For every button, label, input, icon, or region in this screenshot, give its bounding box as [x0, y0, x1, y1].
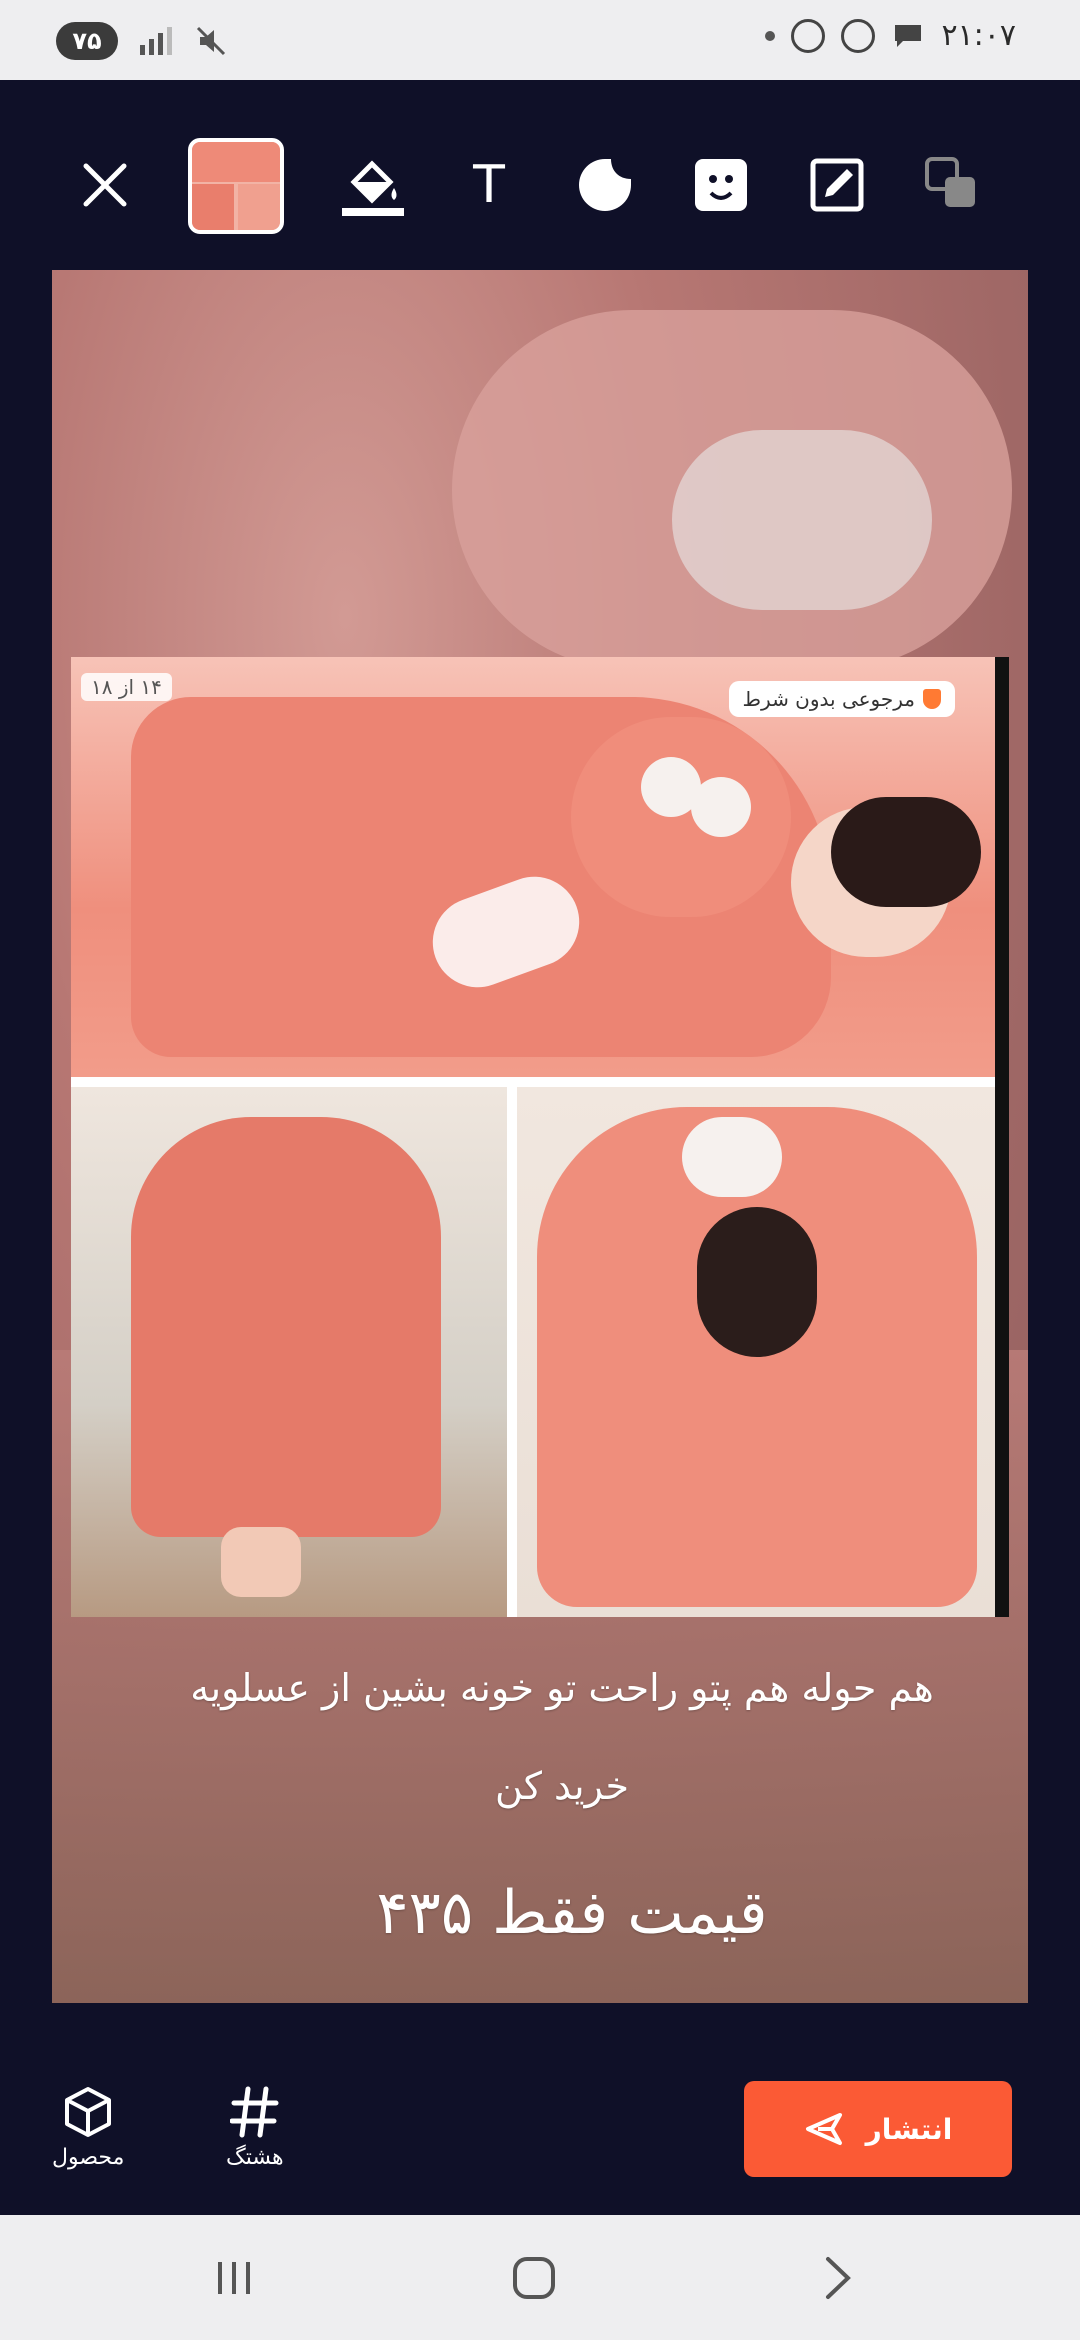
status-left: ۷۵ [56, 22, 228, 60]
text-tool-icon: T [473, 155, 505, 215]
recent-apps-button[interactable] [194, 2243, 274, 2313]
back-button[interactable] [798, 2243, 878, 2313]
photo-top-panel: ۱۴ از ۱۸ مرجوعی بدون شرط [71, 657, 995, 1077]
system-nav-bar [0, 2215, 1080, 2340]
bottom-bar: محصول هشتگ انتشار [0, 2045, 1080, 2215]
editor-toolbar: T [0, 80, 1080, 260]
home-icon [513, 2257, 555, 2299]
face-sticker-icon [695, 159, 747, 211]
text-tool-button[interactable]: T [444, 140, 534, 230]
shield-icon [923, 689, 941, 709]
battery-indicator: ۷۵ [56, 22, 118, 60]
return-badge: مرجوعی بدون شرط [728, 681, 955, 717]
close-icon [83, 163, 127, 207]
layers-icon [925, 157, 975, 207]
sticker-icon [579, 159, 631, 211]
sticker-button[interactable] [560, 140, 650, 230]
photo-bottom-right [517, 1087, 995, 1617]
publish-button[interactable]: انتشار [744, 2081, 1012, 2177]
fill-button[interactable] [328, 140, 418, 230]
price-caption[interactable]: قیمت فقط ۴۳۵ [52, 1878, 1028, 1948]
return-badge-label: مرجوعی بدون شرط [742, 687, 915, 711]
product-label: محصول [52, 2145, 125, 2170]
publish-label: انتشار [865, 2112, 953, 2146]
app-icon [791, 18, 826, 53]
caption-line-2[interactable]: خرید کن [52, 1764, 1028, 1808]
message-icon [895, 24, 922, 47]
status-bar: ۷۵ ۲۱:۰۷ [0, 0, 1080, 80]
recent-apps-icon [218, 2262, 250, 2294]
mute-icon [196, 26, 226, 56]
close-button[interactable] [60, 140, 150, 230]
hashtag-icon [229, 2086, 279, 2138]
notification-dot-icon [765, 30, 776, 41]
hashtag-button[interactable]: هشتگ [226, 2085, 284, 2170]
story-canvas[interactable]: ۱۴ از ۱۸ مرجوعی بدون شرط هم حوله هم پتو … [52, 270, 1028, 2003]
caption-line-1[interactable]: هم حوله هم پتو راحت تو خونه بشین از عسلو… [52, 1666, 1028, 1710]
product-button[interactable]: محصول [52, 2085, 124, 2170]
edit-icon [810, 158, 864, 212]
hashtag-label: هشتگ [226, 2145, 284, 2170]
send-icon [805, 2113, 842, 2145]
chevron-right-icon [826, 2257, 851, 2299]
page-counter: ۱۴ از ۱۸ [81, 673, 172, 701]
whatsapp-icon [841, 18, 876, 53]
edit-button[interactable] [792, 140, 882, 230]
home-button[interactable] [494, 2243, 574, 2313]
product-photo[interactable]: ۱۴ از ۱۸ مرجوعی بدون شرط [71, 657, 1009, 1617]
layers-button[interactable] [908, 140, 998, 230]
fill-icon [342, 160, 404, 216]
signal-icon [140, 27, 172, 55]
photo-bottom-left [71, 1087, 507, 1617]
image-thumbnail[interactable] [188, 138, 284, 234]
status-right: ۲۱:۰۷ [765, 18, 1016, 53]
face-sticker-button[interactable] [676, 140, 766, 230]
clock: ۲۱:۰۷ [941, 18, 1016, 53]
box-icon [65, 2087, 112, 2137]
